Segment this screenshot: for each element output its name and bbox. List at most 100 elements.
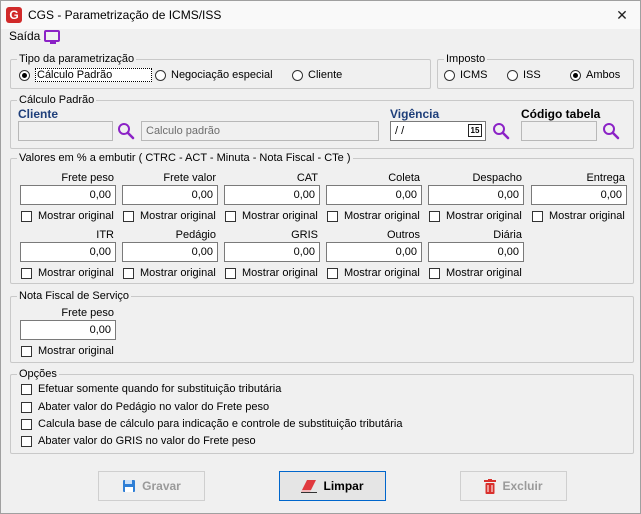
pedagio-field[interactable]: 0,00 bbox=[122, 242, 218, 262]
cliente-label: Cliente bbox=[18, 107, 59, 121]
save-icon bbox=[123, 480, 136, 492]
title-bar: G CGS - Parametrização de ICMS/ISS ✕ bbox=[1, 1, 640, 29]
despacho-label: Despacho bbox=[472, 172, 522, 184]
opcao-pedagio-checkbox[interactable]: Abater valor do Pedágio no valor do Fret… bbox=[21, 400, 269, 414]
frete-peso-field[interactable]: 0,00 bbox=[20, 185, 116, 205]
radio-calculo-padrao[interactable]: Cálculo Padrão bbox=[19, 67, 152, 83]
cat-mostrar-checkbox[interactable]: Mostrar original bbox=[225, 209, 318, 223]
excluir-button[interactable]: Excluir bbox=[460, 471, 567, 501]
codigo-tabela-field[interactable] bbox=[521, 121, 597, 141]
outros-field[interactable]: 0,00 bbox=[326, 242, 422, 262]
coleta-mostrar-checkbox[interactable]: Mostrar original bbox=[327, 209, 420, 223]
search-icon[interactable] bbox=[117, 122, 135, 140]
valores-legend: Valores em % a embutir ( CTRC - ACT - Mi… bbox=[19, 152, 351, 164]
checkbox-box bbox=[429, 210, 440, 222]
gravar-button[interactable]: Gravar bbox=[98, 471, 205, 501]
opcao-gris-checkbox[interactable]: Abater valor do GRIS no valor do Frete p… bbox=[21, 434, 256, 448]
search-icon[interactable] bbox=[492, 122, 510, 140]
screen-icon[interactable] bbox=[44, 30, 60, 44]
checkbox-label: Abater valor do Pedágio no valor do Fret… bbox=[38, 401, 270, 413]
pedagio-label: Pedágio bbox=[175, 229, 216, 241]
checkbox-label: Mostrar original bbox=[140, 210, 216, 222]
search-icon[interactable] bbox=[602, 122, 620, 140]
checkbox-box bbox=[225, 267, 236, 279]
main-window: G CGS - Parametrização de ICMS/ISS ✕ Saí… bbox=[0, 0, 641, 514]
radio-ambos[interactable]: Ambos bbox=[570, 67, 620, 83]
diaria-field[interactable]: 0,00 bbox=[428, 242, 524, 262]
checkbox-box bbox=[123, 210, 134, 222]
calculo-legend: Cálculo Padrão bbox=[19, 94, 95, 106]
radio-label: ICMS bbox=[460, 69, 488, 81]
checkbox-box bbox=[532, 210, 543, 222]
radio-label: Cliente bbox=[308, 69, 343, 81]
limpar-label: Limpar bbox=[323, 479, 364, 493]
nf-frete-peso-label: Frete peso bbox=[61, 307, 114, 319]
checkbox-label: Mostrar original bbox=[38, 267, 114, 279]
gravar-label: Gravar bbox=[142, 479, 181, 493]
radio-indicator bbox=[155, 69, 166, 81]
radio-cliente[interactable]: Cliente bbox=[292, 67, 342, 83]
checkbox-box bbox=[21, 210, 32, 222]
radio-indicator bbox=[292, 69, 303, 81]
coleta-label: Coleta bbox=[388, 172, 420, 184]
radio-iss[interactable]: ISS bbox=[507, 67, 541, 83]
app-logo-icon: G bbox=[6, 7, 22, 23]
cat-field[interactable]: 0,00 bbox=[224, 185, 320, 205]
diaria-mostrar-checkbox[interactable]: Mostrar original bbox=[429, 266, 522, 280]
frete-valor-field[interactable]: 0,00 bbox=[122, 185, 218, 205]
menu-saida[interactable]: Saída bbox=[9, 29, 40, 43]
despacho-field[interactable]: 0,00 bbox=[428, 185, 524, 205]
calendar-icon[interactable]: 15 bbox=[468, 124, 482, 137]
radio-label: Ambos bbox=[586, 69, 621, 81]
checkbox-box bbox=[21, 435, 32, 447]
checkbox-box bbox=[327, 210, 338, 222]
frete-valor-mostrar-checkbox[interactable]: Mostrar original bbox=[123, 209, 216, 223]
checkbox-box bbox=[21, 383, 32, 395]
gris-field[interactable]: 0,00 bbox=[224, 242, 320, 262]
cliente-code-field[interactable] bbox=[18, 121, 113, 141]
outros-mostrar-checkbox[interactable]: Mostrar original bbox=[327, 266, 420, 280]
checkbox-box bbox=[21, 345, 32, 357]
checkbox-box bbox=[21, 418, 32, 430]
itr-mostrar-checkbox[interactable]: Mostrar original bbox=[21, 266, 114, 280]
despacho-mostrar-checkbox[interactable]: Mostrar original bbox=[429, 209, 522, 223]
checkbox-box bbox=[225, 210, 236, 222]
checkbox-label: Mostrar original bbox=[446, 267, 522, 279]
checkbox-box bbox=[327, 267, 338, 279]
vigencia-label: Vigência bbox=[390, 107, 440, 121]
nf-frete-peso-field[interactable]: 0,00 bbox=[20, 320, 116, 340]
tipo-legend: Tipo da parametrização bbox=[19, 53, 135, 65]
gris-label: GRIS bbox=[291, 229, 318, 241]
nf-mostrar-checkbox[interactable]: Mostrar original bbox=[21, 344, 114, 358]
entrega-field[interactable]: 0,00 bbox=[531, 185, 627, 205]
checkbox-label: Efetuar somente quando for substituição … bbox=[38, 383, 282, 395]
limpar-button[interactable]: Limpar bbox=[279, 471, 386, 501]
radio-indicator bbox=[570, 69, 581, 81]
pedagio-mostrar-checkbox[interactable]: Mostrar original bbox=[123, 266, 216, 280]
opcao-base-calculo-checkbox[interactable]: Calcula base de cálculo para indicação e… bbox=[21, 417, 402, 431]
frete-valor-label: Frete valor bbox=[163, 172, 216, 184]
close-button[interactable]: ✕ bbox=[604, 1, 640, 29]
checkbox-box bbox=[21, 401, 32, 413]
frete-peso-mostrar-checkbox[interactable]: Mostrar original bbox=[21, 209, 114, 223]
checkbox-box bbox=[123, 267, 134, 279]
gris-mostrar-checkbox[interactable]: Mostrar original bbox=[225, 266, 318, 280]
radio-icms[interactable]: ICMS bbox=[444, 67, 488, 83]
checkbox-label: Mostrar original bbox=[242, 267, 318, 279]
frete-peso-label: Frete peso bbox=[61, 172, 114, 184]
entrega-mostrar-checkbox[interactable]: Mostrar original bbox=[532, 209, 625, 223]
checkbox-label: Mostrar original bbox=[446, 210, 522, 222]
checkbox-box bbox=[21, 267, 32, 279]
checkbox-label: Abater valor do GRIS no valor do Frete p… bbox=[38, 435, 256, 447]
checkbox-label: Mostrar original bbox=[140, 267, 216, 279]
opcao-substituicao-checkbox[interactable]: Efetuar somente quando for substituição … bbox=[21, 382, 281, 396]
radio-label: Negociação especial bbox=[171, 69, 273, 81]
radio-negociacao[interactable]: Negociação especial bbox=[155, 67, 273, 83]
itr-field[interactable]: 0,00 bbox=[20, 242, 116, 262]
checkbox-label: Mostrar original bbox=[344, 267, 420, 279]
radio-indicator bbox=[444, 69, 455, 81]
opcoes-legend: Opções bbox=[19, 368, 57, 380]
entrega-label: Entrega bbox=[586, 172, 625, 184]
coleta-field[interactable]: 0,00 bbox=[326, 185, 422, 205]
cliente-name-field[interactable]: Calculo padrão bbox=[141, 121, 379, 141]
